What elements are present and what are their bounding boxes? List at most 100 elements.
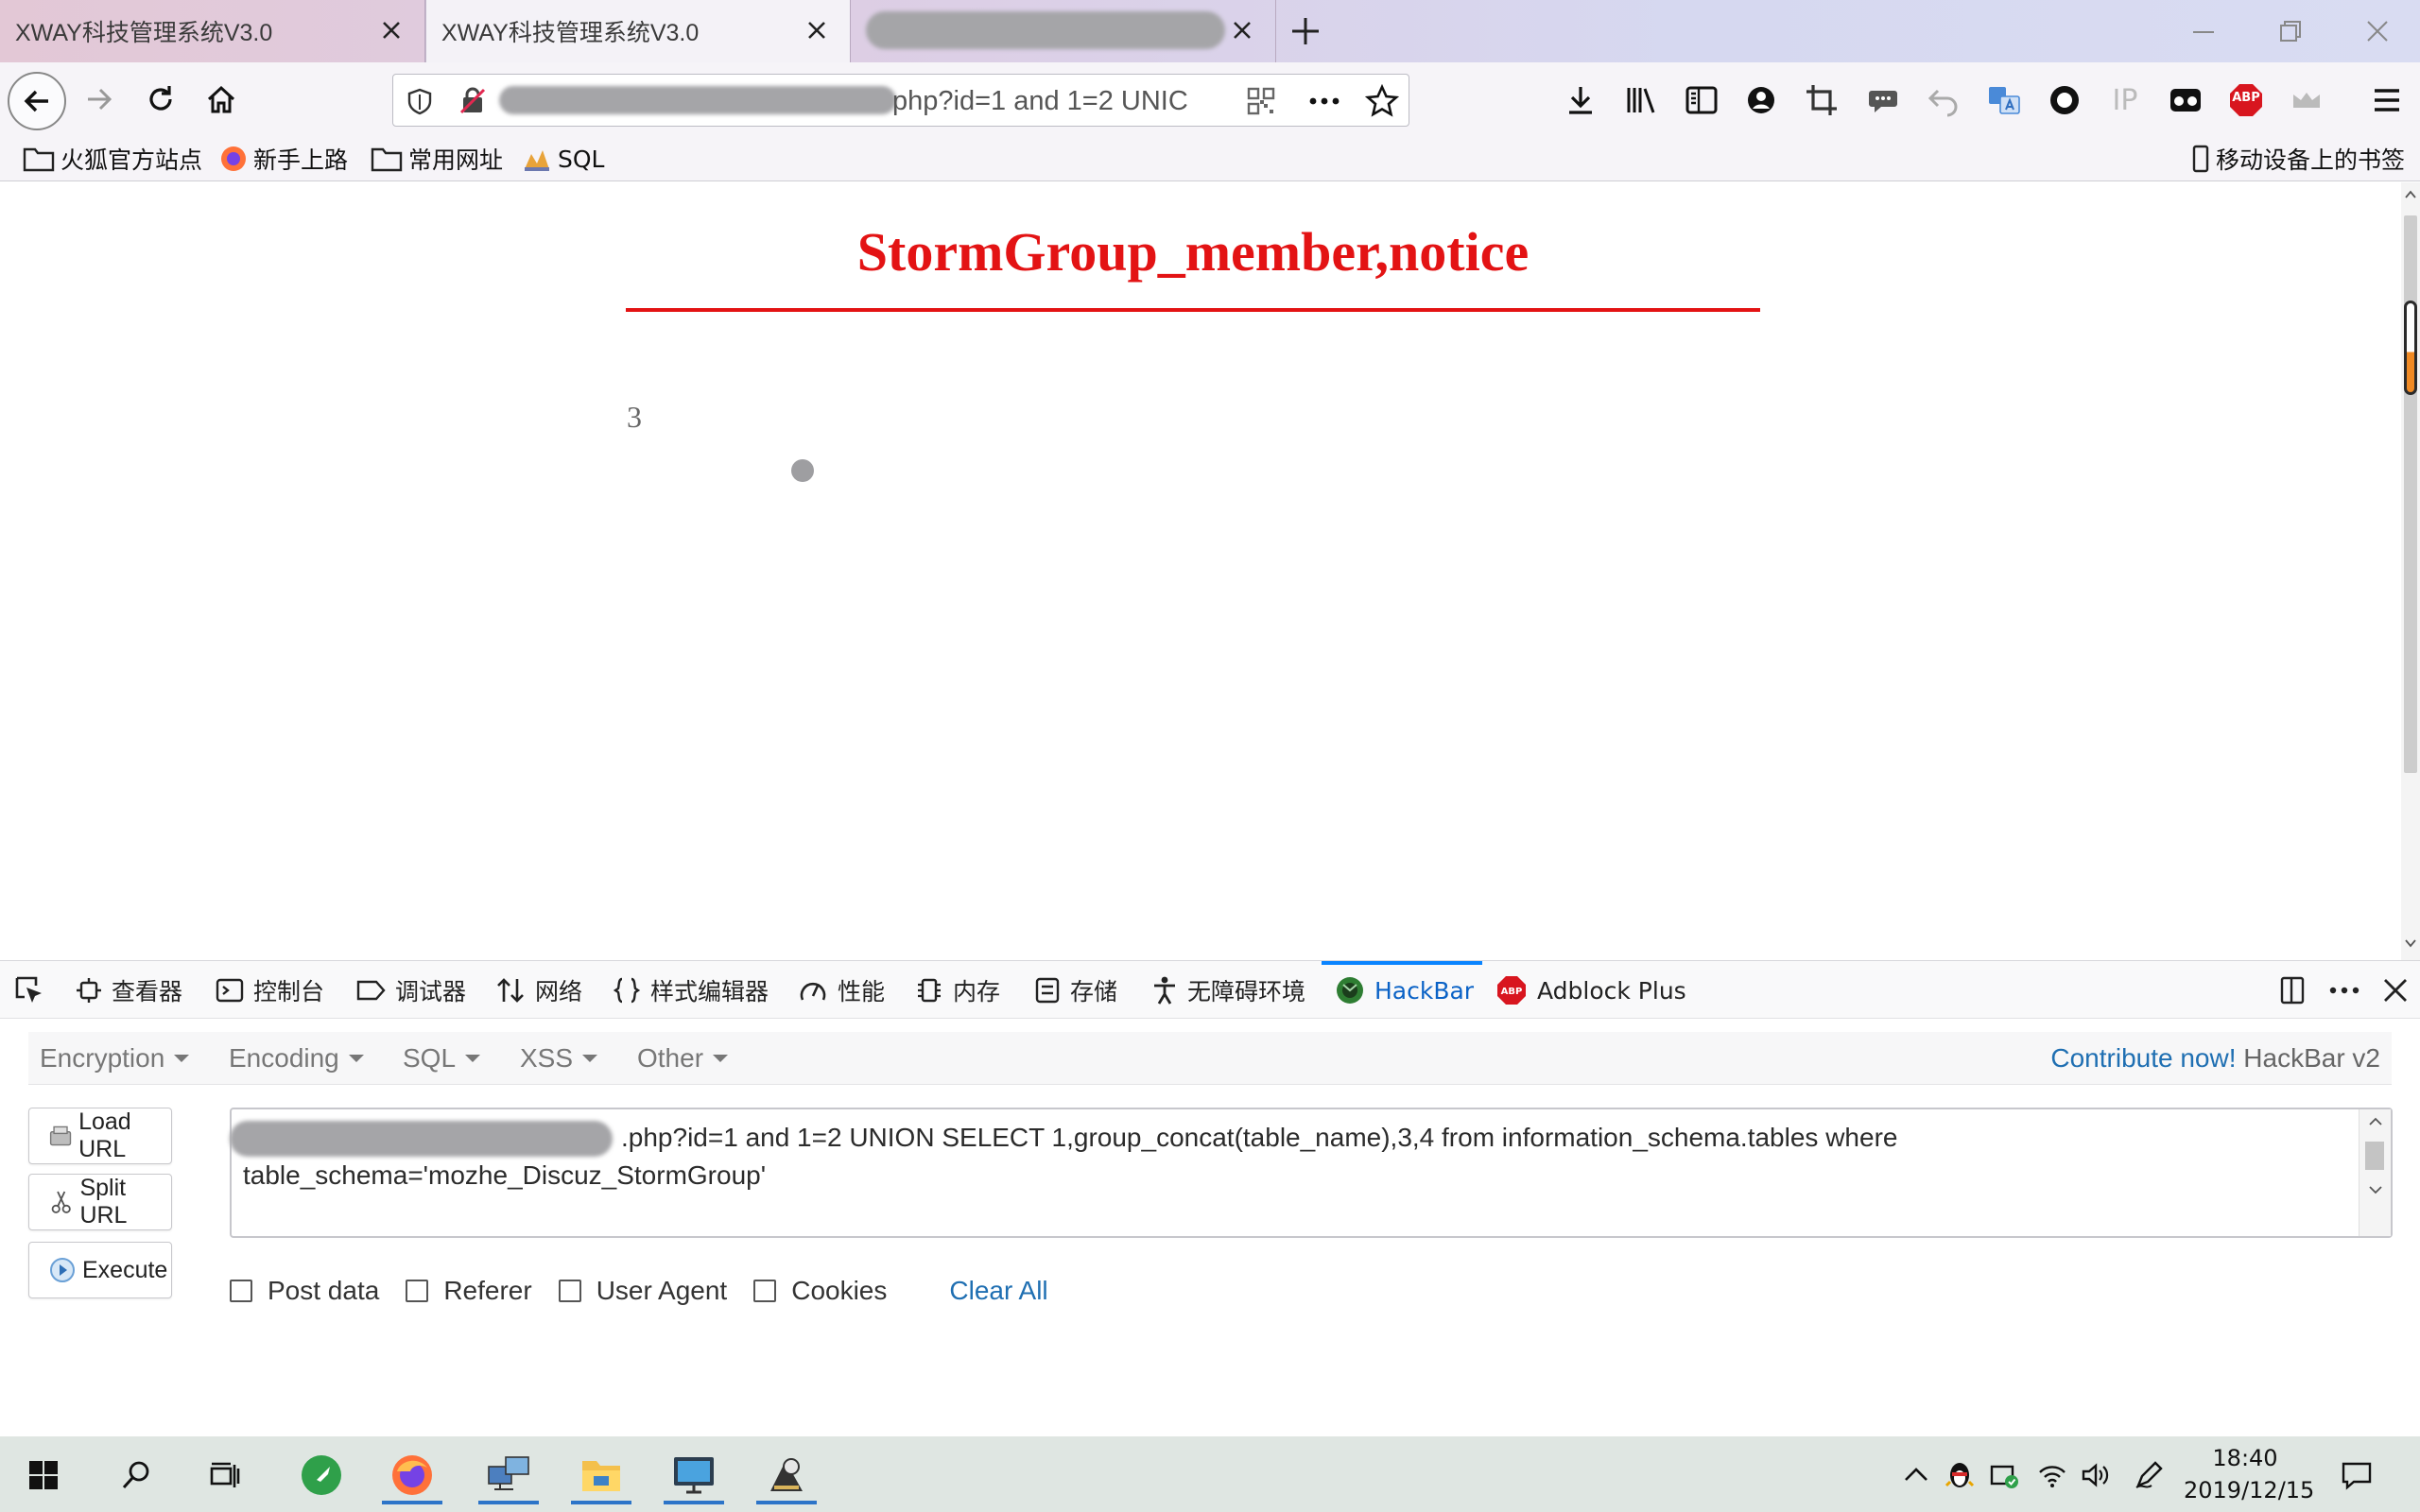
menu-label: XSS [520,1043,574,1073]
devtools-tab-accessibility[interactable]: 无障碍环境 [1151,961,1305,1020]
devtools-tab-console[interactable]: 控制台 [216,961,324,1020]
volume-icon[interactable] [2080,1459,2112,1491]
start-button[interactable] [8,1446,79,1504]
load-url-button[interactable]: Load URL [28,1108,172,1164]
download-icon[interactable] [1562,81,1599,119]
minimize-icon[interactable] [2189,17,2218,45]
option-cookies[interactable]: Cookies [753,1276,887,1306]
bookmark-sql[interactable]: SQL [522,142,604,176]
taskbar-app-remote-desktop[interactable] [658,1446,730,1504]
menu-other[interactable]: Other [637,1043,729,1074]
taskbar-app-rocket[interactable] [285,1446,357,1504]
window-close-icon[interactable] [2363,17,2392,45]
close-icon[interactable] [1228,16,1256,44]
option-user-agent[interactable]: User Agent [558,1276,727,1306]
clear-all-link[interactable]: Clear All [949,1276,1047,1306]
split-url-button[interactable]: Split URL [28,1174,172,1230]
ip-indicator[interactable]: IP [2106,81,2144,119]
devtools-tab-storage[interactable]: 存储 [1034,961,1117,1020]
back-button[interactable] [8,72,66,130]
caret-down-icon [713,1055,729,1062]
devtools-tab-inspector[interactable]: 查看器 [76,961,182,1020]
wifi-icon[interactable] [2036,1459,2068,1491]
task-view-button[interactable] [189,1446,261,1504]
taskbar-app-tool[interactable] [751,1446,822,1504]
checkbox[interactable] [406,1280,429,1302]
bookmark-folder-common[interactable]: 常用网址 [371,142,503,176]
contribute-link[interactable]: Contribute now! [2050,1043,2236,1073]
forward-button[interactable] [78,77,121,121]
extension-mask-icon[interactable] [2167,81,2204,119]
library-icon[interactable] [1622,81,1660,119]
home-button[interactable] [199,77,243,121]
search-button[interactable] [100,1446,172,1504]
textarea-scrollbar[interactable] [2359,1109,2391,1236]
menu-sql[interactable]: SQL [403,1043,481,1074]
devtools-tab-memory[interactable]: 内存 [915,961,1000,1020]
devtools-tab-network[interactable]: 网络 [495,961,582,1020]
record-icon[interactable] [2046,81,2083,119]
system-clock[interactable]: 18:40 2019/12/15 [2184,1442,2314,1506]
bookmark-getting-started[interactable]: 新手上路 [219,142,348,176]
reload-button[interactable] [139,77,182,121]
checkbox[interactable] [753,1280,777,1302]
page-actions-icon[interactable] [1307,87,1341,115]
security-shield-tray-icon[interactable] [1989,1459,2021,1491]
url-bar[interactable]: php?id=1 and 1=2 UNIC [392,74,1409,127]
chat-bubble-icon[interactable] [1864,81,1902,119]
star-bookmark-icon[interactable] [1365,84,1399,118]
devtools-more-icon[interactable] [2327,975,2361,1005]
devtools-tab-performance[interactable]: 性能 [798,961,885,1020]
menu-xss[interactable]: XSS [520,1043,598,1074]
scroll-up-icon[interactable] [2369,1117,2382,1126]
devtools-tab-adblock[interactable]: ABP Adblock Plus [1495,961,1686,1020]
option-post-data[interactable]: Post data [230,1276,379,1306]
close-icon[interactable] [803,16,831,44]
translate-icon[interactable] [1985,81,2023,119]
qr-code-icon[interactable] [1247,87,1275,115]
account-icon[interactable] [1742,81,1780,119]
scroll-down-icon[interactable] [2369,1185,2382,1194]
devtools-close-icon[interactable] [2380,975,2411,1005]
pen-ink-icon[interactable] [2133,1459,2165,1491]
insecure-connection-icon[interactable] [458,86,488,116]
execute-button[interactable]: Execute [28,1242,172,1298]
dock-side-icon[interactable] [2278,975,2308,1005]
page-scrollbar-thumb[interactable] [2404,215,2417,773]
checkbox[interactable] [230,1280,252,1302]
new-tab-plus-icon[interactable] [1288,13,1323,49]
notification-center-icon[interactable] [2341,1459,2373,1491]
mobile-bookmarks[interactable]: 移动设备上的书签 [2191,142,2405,176]
tab-redacted[interactable] [851,0,1276,62]
checkbox[interactable] [558,1280,581,1302]
show-hidden-icons-chevron-icon[interactable] [1900,1459,1932,1491]
taskbar-app-network[interactable] [473,1446,544,1504]
devtools-tab-style-editor[interactable]: 样式编辑器 [613,961,769,1020]
undo-icon[interactable] [1925,81,1962,119]
tab-xway-2-active[interactable]: XWAY科技管理系统V3.0 [425,0,851,62]
devtools-tab-debugger[interactable]: 调试器 [355,961,466,1020]
taskbar-app-explorer[interactable] [565,1446,637,1504]
scroll-up-icon[interactable] [2405,190,2416,199]
extension-crown-icon[interactable] [2288,81,2325,119]
option-referer[interactable]: Referer [406,1276,532,1306]
scroll-down-icon[interactable] [2405,938,2416,948]
bookmark-folder-firefox[interactable]: 火狐官方站点 [23,142,202,176]
page-title: StormGroup_member,notice [856,221,1530,283]
crop-screenshot-icon[interactable] [1803,81,1841,119]
hackbar-url-textarea[interactable]: .php?id=1 and 1=2 UNION SELECT 1,group_c… [230,1108,2393,1238]
adblock-plus-icon[interactable]: ABP [2227,81,2265,119]
sidebar-icon[interactable] [1683,81,1720,119]
taskbar-app-firefox[interactable] [376,1446,448,1504]
qq-penguin-icon[interactable] [1944,1459,1976,1491]
restore-icon[interactable] [2276,17,2305,45]
devtools-tab-hackbar[interactable]: HackBar [1335,961,1474,1020]
textarea-scroll-thumb[interactable] [2365,1142,2384,1170]
menu-encoding[interactable]: Encoding [229,1043,364,1074]
close-icon[interactable] [377,16,406,44]
element-picker-icon[interactable] [13,974,45,1006]
hamburger-menu-icon[interactable] [2368,81,2406,119]
tab-xway-1[interactable]: XWAY科技管理系统V3.0 [0,0,425,62]
shield-icon[interactable] [406,87,434,115]
menu-encryption[interactable]: Encryption [40,1043,190,1074]
